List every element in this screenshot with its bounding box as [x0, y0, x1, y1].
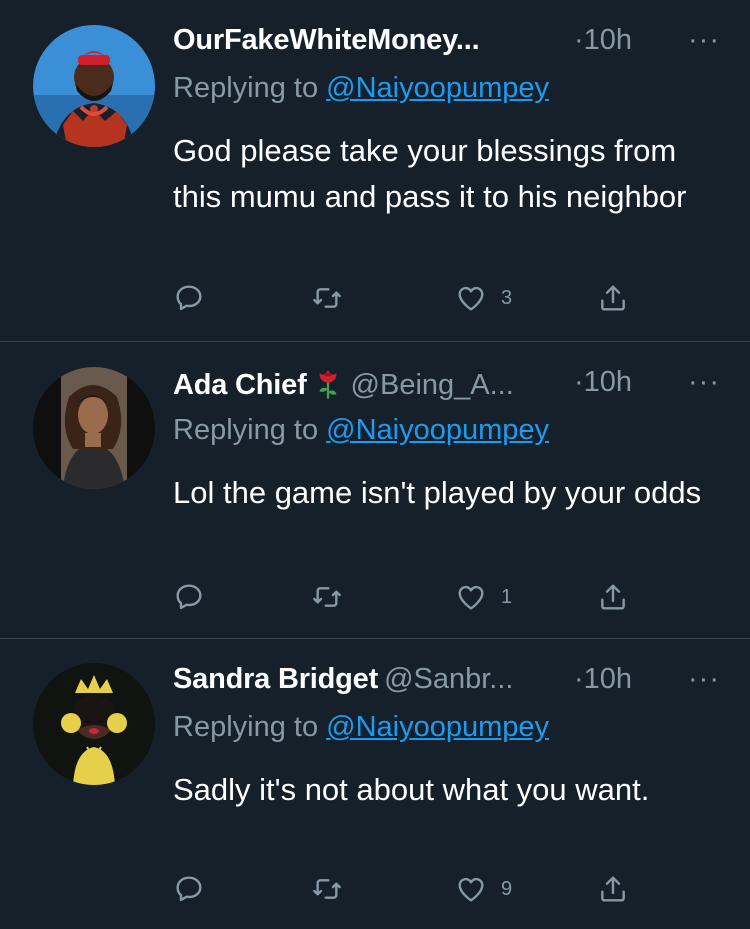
replying-to: Replying to @Naiyoopumpey [173, 72, 549, 105]
tweet-actions: 1 [173, 577, 633, 617]
retweet-icon [313, 879, 341, 899]
avatar[interactable] [33, 25, 155, 147]
share-button[interactable] [597, 278, 629, 318]
more-options-icon[interactable]: ··· [688, 366, 720, 399]
more-options-icon[interactable]: ··· [688, 24, 720, 57]
tweet-actions: 3 [173, 278, 633, 318]
replying-to-label: Replying to [173, 72, 319, 104]
like-button[interactable]: 9 [455, 869, 512, 909]
timestamp[interactable]: ·10h [574, 663, 632, 696]
like-icon [458, 585, 484, 610]
handle[interactable]: @Sanbr... [384, 663, 513, 695]
retweet-icon [313, 288, 341, 308]
replying-to: Replying to @Naiyoopumpey [173, 711, 549, 744]
share-icon [601, 584, 625, 610]
reply-button[interactable] [173, 577, 205, 617]
retweet-button[interactable] [311, 278, 343, 318]
reply-icon [176, 584, 202, 610]
like-icon [458, 877, 484, 902]
tweet-header: Ada Chief @Being_A... ·10h ··· [173, 366, 720, 406]
timestamp[interactable]: ·10h [574, 366, 632, 399]
share-button[interactable] [597, 577, 629, 617]
like-count: 3 [501, 286, 513, 309]
share-icon [601, 876, 625, 902]
like-count: 1 [501, 585, 513, 608]
mention-link[interactable]: @Naiyoopumpey [326, 414, 549, 446]
reply-button[interactable] [173, 278, 205, 318]
like-icon [458, 286, 484, 311]
tweet-header: OurFakeWhiteMoney... ·10h ··· [173, 24, 720, 64]
avatar[interactable] [33, 663, 155, 785]
replying-to: Replying to @Naiyoopumpey [173, 414, 549, 447]
like-button[interactable]: 1 [455, 577, 512, 617]
retweet-button[interactable] [311, 577, 343, 617]
tweet-actions: 9 [173, 869, 633, 909]
tweet-text: God please take your blessings from this… [173, 133, 687, 214]
retweet-icon [313, 587, 341, 607]
tweet-text: Lol the game isn't played by your odds [173, 475, 702, 510]
reply-button[interactable] [173, 869, 205, 909]
rose-icon [311, 366, 345, 405]
timestamp[interactable]: ·10h [574, 24, 632, 57]
avatar[interactable] [33, 367, 155, 489]
tweet-text: Sadly it's not about what you want. [173, 772, 650, 807]
like-count: 9 [501, 877, 513, 900]
display-name[interactable]: Sandra Bridget [173, 663, 378, 695]
tweet-header: Sandra Bridget @Sanbr... ·10h ··· [173, 663, 720, 703]
reply-icon [176, 876, 202, 902]
tweet[interactable]: Sandra Bridget @Sanbr... ·10h ··· Replyin… [0, 639, 750, 929]
more-options-icon[interactable]: ··· [688, 663, 720, 696]
share-button[interactable] [597, 869, 629, 909]
handle[interactable]: @Being_A... [351, 369, 514, 401]
like-button[interactable]: 3 [455, 278, 512, 318]
display-name[interactable]: OurFakeWhiteMoney... [173, 24, 480, 56]
retweet-button[interactable] [311, 869, 343, 909]
tweet[interactable]: OurFakeWhiteMoney... ·10h ··· Replying t… [0, 0, 750, 341]
mention-link[interactable]: @Naiyoopumpey [326, 72, 549, 104]
replying-to-label: Replying to [173, 414, 319, 446]
share-icon [601, 285, 625, 311]
reply-icon [176, 285, 202, 311]
display-name[interactable]: Ada Chief [173, 369, 307, 401]
tweet[interactable]: Ada Chief @Being_A... ·10h ··· Replying t… [0, 342, 750, 638]
mention-link[interactable]: @Naiyoopumpey [326, 711, 549, 743]
replying-to-label: Replying to [173, 711, 319, 743]
